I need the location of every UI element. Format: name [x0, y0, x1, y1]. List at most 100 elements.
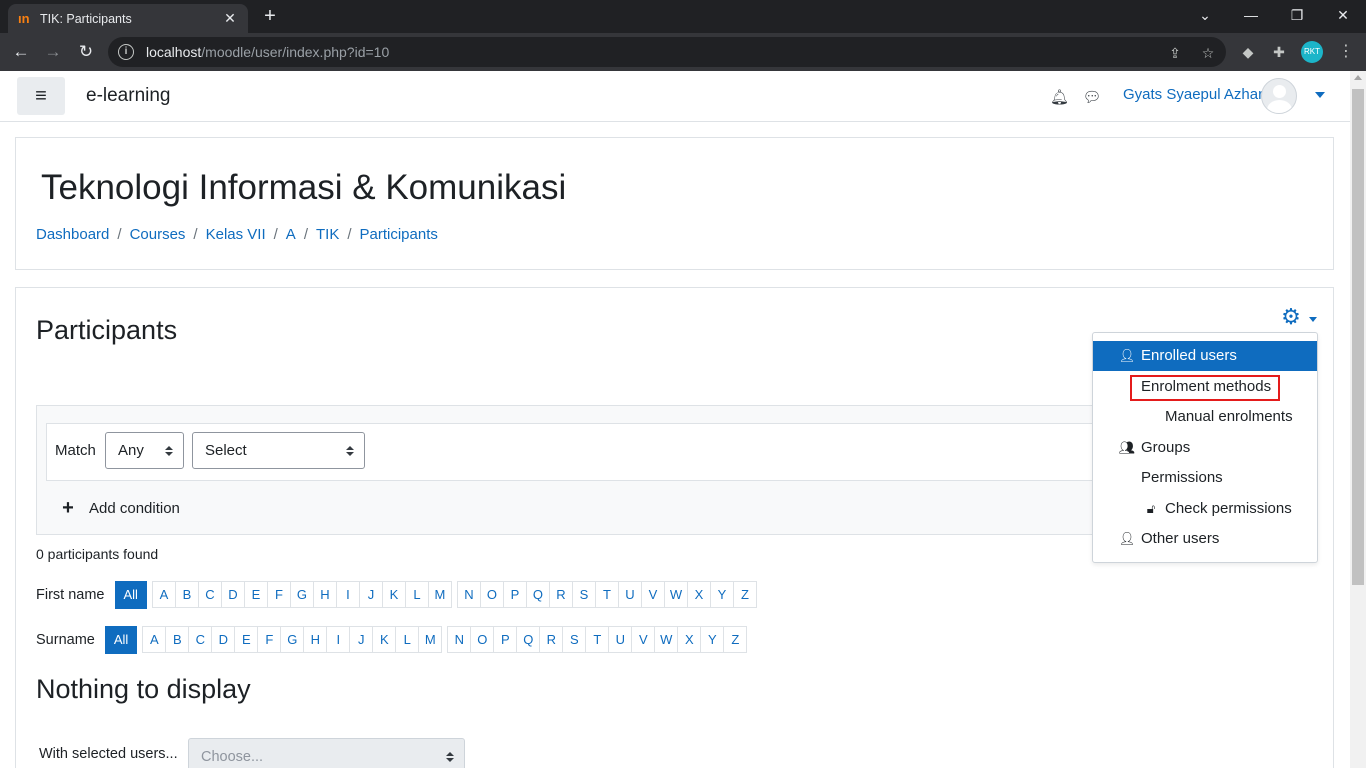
firstname-initial-h[interactable]: H — [312, 581, 337, 608]
surname-initial-z[interactable]: Z — [723, 626, 748, 653]
restore-icon[interactable]: ❐ — [1274, 4, 1320, 28]
firstname-initial-w[interactable]: W — [663, 581, 688, 608]
surname-initial-b[interactable]: B — [165, 626, 190, 653]
firstname-initial-m[interactable]: M — [427, 581, 452, 608]
surname-initial-e[interactable]: E — [234, 626, 259, 653]
firstname-initial-i[interactable]: I — [335, 581, 360, 608]
firstname-initial-all[interactable]: All — [114, 581, 147, 609]
surname-initial-t[interactable]: T — [585, 626, 610, 653]
firstname-initial-r[interactable]: R — [548, 581, 573, 608]
messages-chat-icon[interactable]: 💬︎ — [1082, 88, 1102, 106]
firstname-initial-k[interactable]: K — [381, 581, 406, 608]
profile-avatar-icon[interactable]: RKT — [1301, 41, 1323, 63]
breadcrumb-class-a[interactable]: A — [286, 226, 296, 243]
close-tab-icon[interactable]: ✕ — [222, 10, 238, 27]
forward-icon[interactable]: → — [40, 40, 66, 64]
browser-tab[interactable]: ın TIK: Participants ✕ — [8, 4, 248, 33]
firstname-initial-n[interactable]: N — [456, 581, 481, 608]
surname-initial-c[interactable]: C — [188, 626, 213, 653]
surname-initial-q[interactable]: Q — [516, 626, 541, 653]
tab-search-icon[interactable]: ⌄ — [1182, 4, 1228, 28]
menu-item-groups[interactable]: 👥︎ Groups — [1093, 433, 1317, 463]
breadcrumb-dashboard[interactable]: Dashboard — [36, 226, 109, 243]
firstname-initial-y[interactable]: Y — [709, 581, 734, 608]
surname-initial-h[interactable]: H — [303, 626, 328, 653]
surname-initial-n[interactable]: N — [447, 626, 472, 653]
breadcrumb-courses[interactable]: Courses — [130, 226, 186, 243]
surname-initial-o[interactable]: O — [470, 626, 495, 653]
surname-initial-w[interactable]: W — [654, 626, 679, 653]
menu-item-check-permissions[interactable]: 🔓︎ Check permissions — [1093, 494, 1317, 524]
breadcrumb-kelas[interactable]: Kelas VII — [206, 226, 266, 243]
scrollbar-thumb[interactable] — [1352, 89, 1364, 585]
firstname-initial-s[interactable]: S — [571, 581, 596, 608]
surname-initial-s[interactable]: S — [562, 626, 587, 653]
minimize-icon[interactable]: — — [1228, 4, 1274, 28]
surname-initial-x[interactable]: X — [677, 626, 702, 653]
new-tab-icon[interactable]: + — [258, 5, 282, 29]
firstname-initial-l[interactable]: L — [404, 581, 429, 608]
menu-item-manual-enrolments[interactable]: Manual enrolments — [1093, 402, 1317, 432]
firstname-initial-a[interactable]: A — [151, 581, 176, 608]
bulk-action-select[interactable]: Choose... — [188, 738, 465, 768]
bookmark-star-icon[interactable]: ☆ — [1199, 44, 1217, 62]
firstname-initial-u[interactable]: U — [617, 581, 642, 608]
add-condition-button[interactable]: + Add condition — [61, 497, 180, 520]
surname-initial-u[interactable]: U — [608, 626, 633, 653]
chevron-down-icon[interactable] — [1309, 317, 1317, 322]
page-scrollbar[interactable] — [1350, 71, 1366, 768]
firstname-initial-f[interactable]: F — [266, 581, 291, 608]
firstname-initial-v[interactable]: V — [640, 581, 665, 608]
surname-initial-d[interactable]: D — [211, 626, 236, 653]
menu-item-other-users[interactable]: 👤︎ Other users — [1093, 524, 1317, 554]
firstname-initial-d[interactable]: D — [220, 581, 245, 608]
notifications-bell-icon[interactable]: 🔔︎ — [1050, 88, 1069, 106]
site-brand[interactable]: e-learning — [86, 85, 171, 107]
firstname-initial-e[interactable]: E — [243, 581, 268, 608]
breadcrumb-participants[interactable]: Participants — [360, 226, 438, 243]
surname-initial-p[interactable]: P — [493, 626, 518, 653]
share-icon[interactable]: ⇪ — [1166, 44, 1184, 62]
surname-initial-j[interactable]: J — [349, 626, 374, 653]
surname-initial-a[interactable]: A — [142, 626, 167, 653]
firstname-initial-o[interactable]: O — [479, 581, 504, 608]
gear-icon[interactable]: ⚙ — [1279, 305, 1303, 329]
firstname-initial-p[interactable]: P — [502, 581, 527, 608]
firstname-initial-g[interactable]: G — [289, 581, 314, 608]
firstname-initial-j[interactable]: J — [358, 581, 383, 608]
surname-initial-m[interactable]: M — [418, 626, 443, 653]
surname-initial-f[interactable]: F — [257, 626, 282, 653]
extensions-puzzle-icon[interactable]: ✚ — [1268, 42, 1290, 62]
firstname-initial-t[interactable]: T — [594, 581, 619, 608]
user-avatar[interactable] — [1261, 78, 1297, 114]
menu-item-permissions[interactable]: Permissions — [1093, 463, 1317, 493]
firstname-initial-z[interactable]: Z — [732, 581, 757, 608]
breadcrumb-tik[interactable]: TIK — [316, 226, 339, 243]
firstname-initial-x[interactable]: X — [686, 581, 711, 608]
firstname-initial-q[interactable]: Q — [525, 581, 550, 608]
surname-initial-k[interactable]: K — [372, 626, 397, 653]
back-icon[interactable]: ← — [8, 40, 34, 64]
user-menu-caret-icon[interactable] — [1315, 92, 1325, 98]
surname-initial-r[interactable]: R — [539, 626, 564, 653]
surname-initial-all[interactable]: All — [104, 626, 138, 654]
close-window-icon[interactable]: ✕ — [1320, 4, 1366, 28]
firstname-initial-b[interactable]: B — [174, 581, 199, 608]
surname-initial-v[interactable]: V — [631, 626, 656, 653]
surname-initial-i[interactable]: I — [326, 626, 351, 653]
firstname-initial-c[interactable]: C — [197, 581, 222, 608]
browser-menu-icon[interactable]: ⋮ — [1338, 41, 1354, 63]
match-select[interactable]: Any — [105, 432, 184, 469]
surname-initial-y[interactable]: Y — [700, 626, 725, 653]
menu-item-enrolled-users[interactable]: 👤︎ Enrolled users — [1093, 341, 1317, 371]
surname-initial-g[interactable]: G — [280, 626, 305, 653]
hamburger-menu-button[interactable]: ≡ — [17, 77, 65, 115]
extension-icon[interactable]: ◆ — [1237, 42, 1259, 62]
scroll-up-arrow-icon[interactable] — [1354, 75, 1362, 80]
user-menu-name[interactable]: Gyats Syaepul Azhar — [1123, 86, 1263, 103]
address-bar[interactable]: i localhost/moodle/user/index.php?id=10 … — [108, 37, 1226, 67]
filter-type-select[interactable]: Select — [192, 432, 365, 469]
site-info-icon[interactable]: i — [118, 44, 134, 60]
reload-icon[interactable]: ↻ — [73, 40, 99, 64]
surname-initial-l[interactable]: L — [395, 626, 420, 653]
